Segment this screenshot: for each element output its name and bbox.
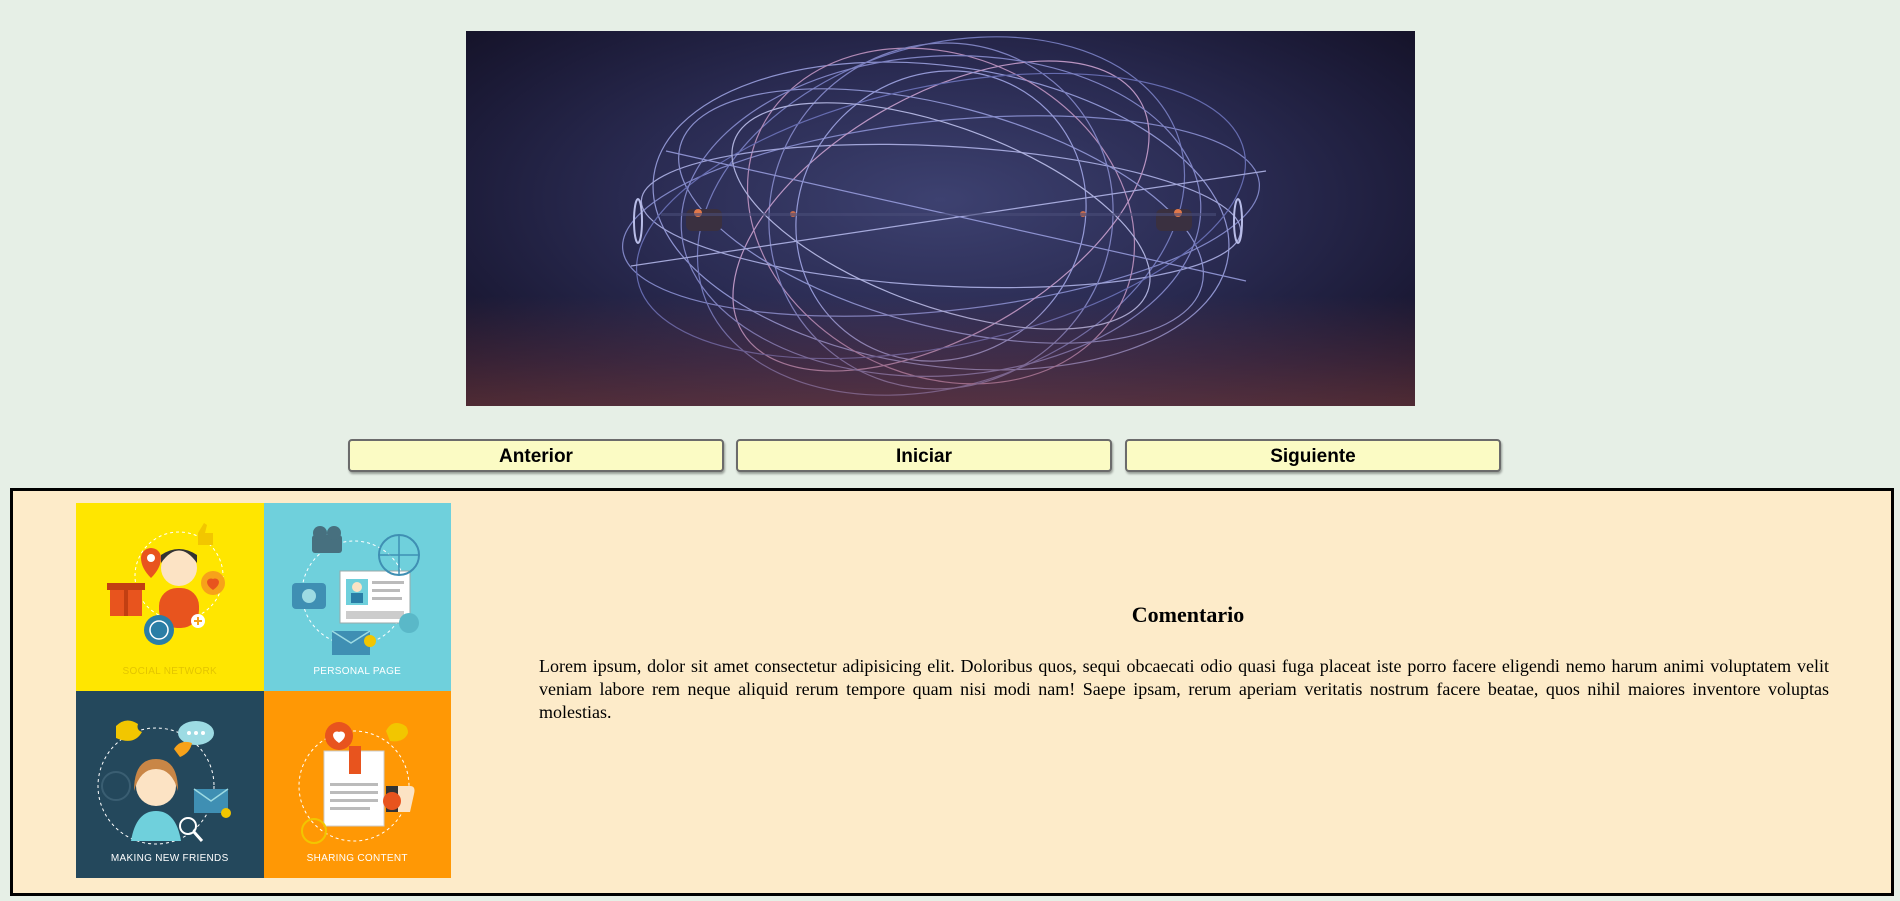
slideshow-image <box>466 31 1415 406</box>
tile-label: SOCIAL NETWORK <box>122 665 217 677</box>
tile-label: SHARING CONTENT <box>306 853 408 864</box>
comment-body: Lorem ipsum, dolor sit amet consectetur … <box>539 656 1829 722</box>
tile-personal-page: PERSONAL PAGE <box>263 503 451 691</box>
social-media-illustration: SOCIAL NETWORK PERSONAL PAGE MAKING NEW … <box>76 503 451 878</box>
tile-sharing-content: SHARING CONTENT <box>263 690 451 878</box>
sharing-content-icon <box>298 721 414 844</box>
start-button[interactable]: Iniciar <box>736 439 1112 472</box>
hero-floor-glow <box>466 296 1415 406</box>
comment-title: Comentario <box>1131 602 1245 627</box>
new-friends-icon <box>97 719 231 844</box>
tile-social-network: SOCIAL NETWORK <box>76 503 264 691</box>
tile-making-new-friends: MAKING NEW FRIENDS <box>76 690 264 878</box>
social-network-icon <box>107 523 225 645</box>
tile-label: PERSONAL PAGE <box>313 665 402 677</box>
tile-label: MAKING NEW FRIENDS <box>110 853 229 864</box>
personal-page-icon <box>291 526 420 655</box>
next-button[interactable]: Siguiente <box>1125 439 1501 472</box>
comment-panel: SOCIAL NETWORK PERSONAL PAGE MAKING NEW … <box>10 488 1894 896</box>
previous-button[interactable]: Anterior <box>348 439 724 472</box>
